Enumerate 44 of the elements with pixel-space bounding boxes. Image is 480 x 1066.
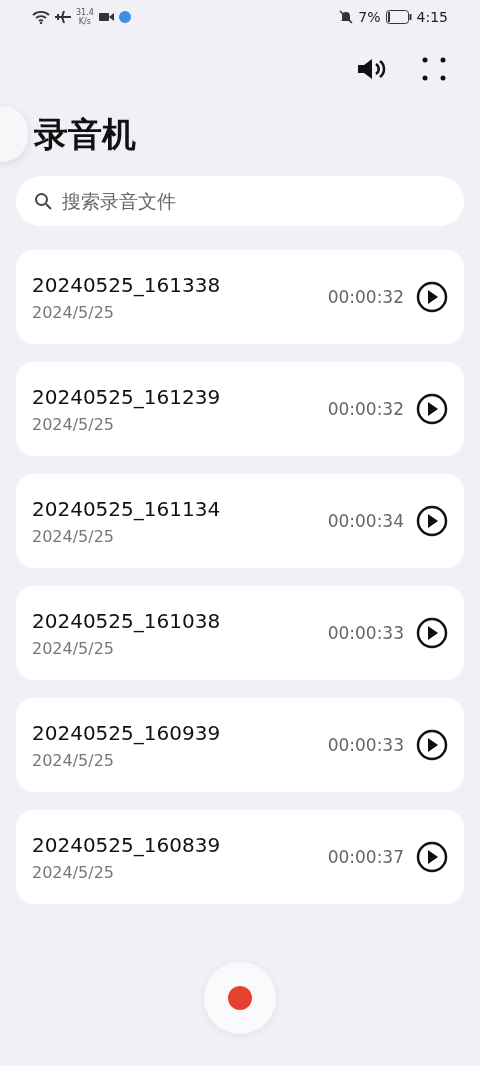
muted-bell-icon — [339, 10, 354, 24]
play-button[interactable] — [416, 505, 448, 537]
wifi-icon — [32, 10, 50, 24]
play-button[interactable] — [416, 729, 448, 761]
recording-duration: 00:00:33 — [327, 623, 404, 643]
recording-card[interactable]: 20240525_161338 2024/5/25 00:00:32 — [16, 250, 464, 344]
recording-date: 2024/5/25 — [32, 862, 116, 882]
recording-card[interactable]: 20240525_160939 2024/5/25 00:00:33 — [16, 698, 464, 792]
recording-name: 20240525_160939 — [32, 720, 222, 745]
recording-date: 2024/5/25 — [32, 750, 116, 770]
video-camera-icon — [98, 12, 114, 22]
recording-date: 2024/5/25 — [32, 302, 116, 322]
recording-duration: 00:00:32 — [327, 287, 404, 307]
recording-card[interactable]: 20240525_161239 2024/5/25 00:00:32 — [16, 362, 464, 456]
play-button[interactable] — [416, 841, 448, 873]
recording-name: 20240525_161338 — [32, 272, 222, 297]
recording-duration: 00:00:32 — [327, 399, 404, 419]
recording-duration: 00:00:34 — [327, 511, 404, 531]
page-title: 录音机 — [34, 113, 137, 156]
play-button[interactable] — [416, 281, 448, 313]
network-speed-value: 31.4 — [76, 8, 94, 17]
recording-date: 2024/5/25 — [32, 526, 116, 546]
battery-icon — [385, 10, 412, 24]
recording-card[interactable]: 20240525_160839 2024/5/25 00:00:37 — [16, 810, 464, 904]
speaker-icon[interactable] — [356, 57, 388, 81]
search-icon — [34, 192, 52, 210]
recording-date: 2024/5/25 — [32, 638, 116, 658]
search-field[interactable]: 搜索录音文件 — [16, 176, 464, 226]
recording-date: 2024/5/25 — [32, 414, 116, 434]
recording-name: 20240525_161038 — [32, 608, 222, 633]
play-button[interactable] — [416, 393, 448, 425]
network-speed-unit: K/s — [78, 17, 91, 26]
recording-name: 20240525_161134 — [32, 496, 222, 521]
globe-icon — [118, 11, 131, 23]
recording-duration: 00:00:37 — [327, 847, 404, 867]
more-dots-icon[interactable] — [422, 57, 446, 81]
recording-card[interactable]: 20240525_161134 2024/5/25 00:00:34 — [16, 474, 464, 568]
recording-name: 20240525_160839 — [32, 832, 222, 857]
recording-name: 20240525_161239 — [32, 384, 222, 409]
battery-percent: 7% — [358, 9, 381, 25]
recording-duration: 00:00:33 — [327, 735, 404, 755]
clock-time: 4:15 — [416, 9, 448, 25]
recording-card[interactable]: 20240525_161038 2024/5/25 00:00:33 — [16, 586, 464, 680]
play-button[interactable] — [416, 617, 448, 649]
